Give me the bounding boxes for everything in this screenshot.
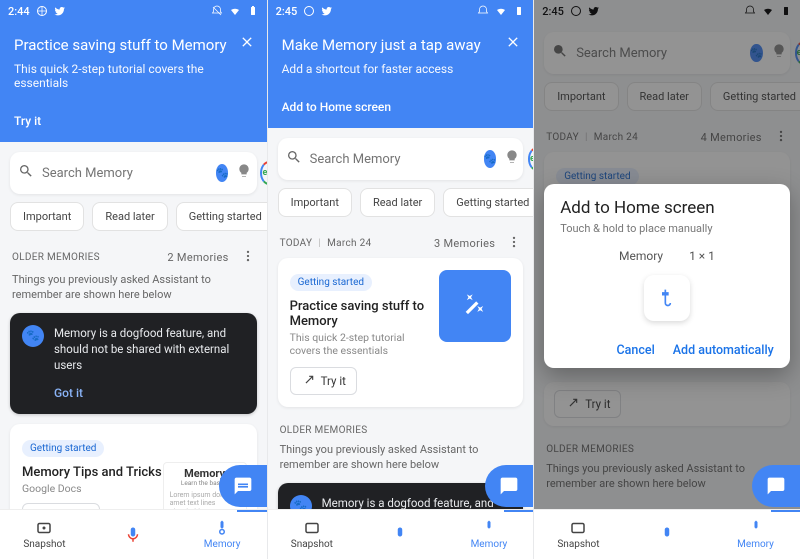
nav-mic[interactable]	[89, 510, 178, 559]
got-it-button[interactable]: Got it	[54, 385, 245, 402]
bulb-icon[interactable]	[236, 163, 252, 183]
more-icon[interactable]	[241, 249, 255, 266]
try-it-button[interactable]: Try it	[290, 367, 357, 395]
close-icon[interactable]	[237, 32, 257, 52]
filter-chips: Important Read later Getting started All	[268, 188, 534, 227]
older-count: 2 Memories	[167, 251, 228, 264]
status-time: 2:45	[276, 5, 298, 18]
banner-action[interactable]: Try it	[14, 114, 253, 128]
search-input[interactable]	[42, 166, 208, 181]
nav-snapshot[interactable]: Snapshot	[268, 510, 357, 559]
add-home-dialog: Add to Home screen Touch & hold to place…	[544, 184, 790, 368]
card-title: Practice saving stuff to Memory	[290, 299, 430, 329]
search-bar[interactable]: 🐾 evo	[278, 138, 524, 180]
search-input[interactable]	[310, 152, 476, 167]
nav-memory[interactable]: Memory	[178, 510, 267, 559]
widget-preview[interactable]	[644, 275, 690, 321]
nav-mic[interactable]	[356, 510, 445, 559]
chip-read-later[interactable]: Read later	[360, 188, 435, 217]
older-header: OLDER MEMORIES	[268, 417, 534, 442]
wifi-icon	[229, 5, 241, 17]
cancel-button[interactable]: Cancel	[617, 343, 655, 358]
status-time: 2:44	[8, 5, 30, 18]
add-auto-button[interactable]: Add automatically	[673, 343, 774, 358]
chip-getting-started[interactable]: Getting started	[443, 188, 533, 217]
twitter-icon	[54, 5, 66, 17]
older-desc: Things you previously asked Assistant to…	[0, 272, 267, 313]
dogfood-notice: 🐾 Memory is a dogfood feature, and shoul…	[10, 313, 257, 414]
chip-important[interactable]: Important	[10, 202, 84, 231]
search-bar[interactable]: 🐾 evo	[10, 152, 257, 194]
status-bar: 2:45	[268, 0, 534, 22]
card-sub: This quick 2-step tutorial covers the es…	[290, 331, 430, 357]
card-tag: Getting started	[290, 274, 372, 291]
older-header: OLDER MEMORIES 2 Memories	[0, 241, 267, 272]
dnd-icon	[211, 5, 223, 17]
wand-icon	[439, 270, 511, 342]
filter-chips: Important Read later Getting started All	[0, 202, 267, 241]
battery-icon	[247, 5, 259, 17]
banner-title: Make Memory just a tap away	[282, 36, 520, 54]
widget-name: Memory	[619, 249, 663, 263]
chip-getting-started[interactable]: Getting started	[176, 202, 267, 231]
search-icon	[18, 163, 34, 183]
shortcut-banner: Make Memory just a tap away Add a shortc…	[268, 22, 534, 128]
more-icon[interactable]	[507, 235, 521, 252]
widget-size: 1 × 1	[689, 249, 715, 263]
paw-icon: 🐾	[22, 325, 44, 347]
nav-mic[interactable]	[623, 510, 712, 559]
bottom-nav: Snapshot Memory	[268, 509, 534, 559]
search-icon	[286, 149, 302, 169]
today-count: 3 Memories	[434, 237, 495, 250]
paw-icon[interactable]: 🐾	[484, 150, 496, 168]
banner-subtitle: This quick 2-step tutorial covers the es…	[14, 62, 253, 90]
today-header: TODAY | March 24 3 Memories	[268, 227, 534, 258]
close-icon[interactable]	[503, 32, 523, 52]
nav-snapshot[interactable]: Snapshot	[0, 510, 89, 559]
nav-memory[interactable]: Memory	[711, 510, 800, 559]
older-label: OLDER MEMORIES	[280, 425, 368, 436]
bottom-nav: Snapshot Memory	[0, 509, 267, 559]
dialog-title: Add to Home screen	[560, 198, 774, 218]
browser-icon	[303, 5, 315, 17]
screenshot-3: 2:45 🐾 evo Important Read later Getting …	[533, 0, 800, 559]
chip-read-later[interactable]: Read later	[92, 202, 167, 231]
card-tag: Getting started	[22, 440, 104, 457]
today-date: March 24	[327, 238, 371, 249]
battery-icon	[513, 5, 525, 17]
older-label: OLDER MEMORIES	[12, 252, 100, 263]
paw-icon[interactable]: 🐾	[216, 164, 228, 182]
dnd-icon	[477, 5, 489, 17]
practice-card[interactable]: Getting started Practice saving stuff to…	[278, 258, 524, 407]
chat-fab[interactable]	[752, 465, 800, 507]
screenshot-2: 2:45 Make Memory just a tap away Add a s…	[267, 0, 534, 559]
banner-title: Practice saving stuff to Memory	[14, 36, 253, 54]
nav-snapshot[interactable]: Snapshot	[534, 510, 623, 559]
tutorial-banner: Practice saving stuff to Memory This qui…	[0, 22, 267, 142]
screenshot-1: 2:44 Practice saving stuff to Memory Thi…	[0, 0, 267, 559]
bottom-nav: Snapshot Memory	[534, 509, 800, 559]
twitter-icon	[321, 5, 333, 17]
today-label: TODAY	[280, 238, 313, 249]
banner-action[interactable]: Add to Home screen	[282, 100, 520, 114]
banner-subtitle: Add a shortcut for faster access	[282, 62, 520, 76]
bulb-icon[interactable]	[504, 149, 520, 169]
dialog-subtitle: Touch & hold to place manually	[560, 222, 774, 235]
chat-fab[interactable]	[219, 465, 267, 507]
notice-text: Memory is a dogfood feature, and should …	[54, 325, 245, 373]
wifi-icon	[495, 5, 507, 17]
chip-important[interactable]: Important	[278, 188, 352, 217]
nav-memory[interactable]: Memory	[445, 510, 534, 559]
status-bar: 2:44	[0, 0, 267, 22]
browser-icon	[36, 5, 48, 17]
chat-fab[interactable]	[485, 465, 533, 507]
